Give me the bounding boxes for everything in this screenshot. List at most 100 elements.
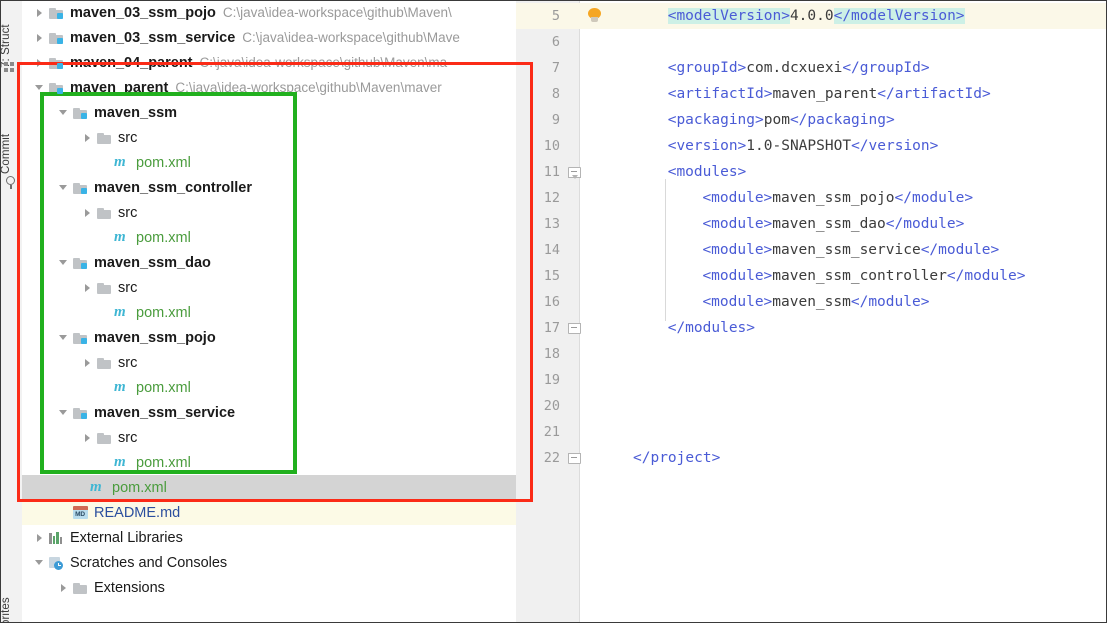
tree-row[interactable]: m pom.xml [22,475,516,500]
tree-expand-arrow[interactable] [33,6,46,19]
code-token: </module> [850,294,930,310]
tree-row[interactable]: maven_03_ssm_service C:\java\idea-workspa… [22,25,516,50]
tree-row[interactable]: External Libraries [22,525,516,550]
editor-pane[interactable]: 5 <modelVersion>4.0.0</modelVersion> 6 7 <gr… [516,0,1107,623]
tree-row[interactable]: Scratches and Consoles [22,550,516,575]
code-token: <packaging> [667,112,764,128]
code-line[interactable]: <module>maven_ssm_dao</module> [516,211,1107,237]
tool-window-button-favorites[interactable]: orites [0,566,22,623]
code-token: </modelVersion> [833,8,965,24]
tree-row[interactable]: m pom.xml [22,375,516,400]
code-token: maven_ssm_pojo [772,190,895,206]
tree-expand-arrow[interactable] [57,256,70,269]
tree-row[interactable]: maven_ssm [22,100,516,125]
code-line[interactable] [516,367,1107,393]
tree-row[interactable]: src [22,200,516,225]
maven-icon: m [114,379,126,395]
tool-window-button-structure[interactable]: 7: Struct [0,2,22,68]
tree-row-label: maven_ssm_controller [94,179,252,196]
code-line[interactable]: <modelVersion>4.0.0</modelVersion> [516,3,1107,29]
code-token: </artifactId> [877,86,991,102]
tree-row[interactable]: maven_ssm_pojo [22,325,516,350]
tree-expand-arrow[interactable] [81,206,94,219]
tree-expand-arrow[interactable] [33,531,46,544]
tree-expand-arrow[interactable] [81,281,94,294]
fold-region-bar [665,179,666,321]
code-fold-marker[interactable] [568,453,581,464]
code-token: <version> [667,138,747,154]
code-line[interactable]: <artifactId>maven_parent</artifactId> [516,81,1107,107]
code-line[interactable]: <module>maven_ssm_service</module> [516,237,1107,263]
tree-expand-arrow[interactable] [33,556,46,569]
tree-row-label: pom.xml [136,304,191,321]
code-token: </module> [946,268,1026,284]
tree-row[interactable]: README.md [22,500,516,525]
tree-row-label: src [118,129,138,146]
tree-row[interactable]: maven_03_ssm_pojo C:\java\idea-workspace\… [22,0,516,25]
tree-arrow-placeholder [99,306,112,319]
tree-expand-arrow[interactable] [33,81,46,94]
intention-bulb-icon[interactable] [588,8,601,23]
tool-window-button-commit[interactable]: Commit [0,104,22,174]
tree-row[interactable]: m pom.xml [22,225,516,250]
maven-icon: m [114,154,126,170]
tree-row[interactable]: src [22,275,516,300]
tree-row[interactable]: m pom.xml [22,450,516,475]
code-token: maven_ssm_dao [772,216,886,232]
code-line[interactable]: <packaging>pom</packaging> [516,107,1107,133]
code-line[interactable]: <module>maven_ssm</module> [516,289,1107,315]
code-line[interactable]: <modules> [516,159,1107,185]
tree-row-label: README.md [94,504,181,521]
code-fold-marker[interactable] [568,167,581,179]
code-token: </packaging> [789,112,895,128]
code-line[interactable] [516,29,1107,55]
code-line[interactable] [516,419,1107,445]
code-token: <module> [702,190,773,206]
code-fold-marker[interactable] [568,323,581,334]
project-tree-panel[interactable]: maven_03_ssm_pojo C:\java\idea-workspace\… [22,0,517,623]
tree-row[interactable]: maven_ssm_controller [22,175,516,200]
tree-arrow-placeholder [99,156,112,169]
tree-row[interactable]: m pom.xml [22,300,516,325]
tree-row[interactable]: Extensions [22,575,516,600]
tree-row[interactable]: src [22,425,516,450]
code-line[interactable]: <groupId>com.dcxuexi</groupId> [516,55,1107,81]
tree-row[interactable]: src [22,350,516,375]
tree-row[interactable]: maven_04_parent C:\java\idea-workspace\gi… [22,50,516,75]
tree-expand-arrow[interactable] [81,431,94,444]
code-line[interactable] [516,393,1107,419]
tree-expand-arrow[interactable] [57,106,70,119]
tree-row-label: pom.xml [136,379,191,396]
tree-row-path: C:\java\idea-workspace\github\Maven\mave… [175,80,442,95]
tree-expand-arrow[interactable] [57,181,70,194]
code-line[interactable]: </modules> [516,315,1107,341]
code-token: com.dcxuexi [746,60,843,76]
tree-row[interactable]: m pom.xml [22,150,516,175]
code-token: <modules> [667,164,747,180]
tree-expand-arrow[interactable] [81,131,94,144]
code-token: </module> [920,242,1000,258]
tree-row[interactable]: maven_ssm_service [22,400,516,425]
tree-row-label: pom.xml [136,154,191,171]
maven-icon: m [90,479,102,495]
tree-row[interactable]: maven_parent C:\java\idea-workspace\githu… [22,75,516,100]
code-token: 1.0-SNAPSHOT [746,138,852,154]
tree-row-label: External Libraries [70,529,183,546]
tree-expand-arrow[interactable] [33,56,46,69]
tree-expand-arrow[interactable] [33,31,46,44]
tree-row-label: maven_ssm [94,104,178,121]
code-token: maven_ssm [772,294,851,310]
code-line[interactable]: </project> [516,445,1107,471]
code-line[interactable]: <version>1.0-SNAPSHOT</version> [516,133,1107,159]
tree-expand-arrow[interactable] [57,406,70,419]
tree-expand-arrow[interactable] [57,331,70,344]
code-token: 4.0.0 [789,8,834,24]
tree-row-label: Scratches and Consoles [70,554,228,571]
code-line[interactable]: <module>maven_ssm_controller</module> [516,263,1107,289]
tree-expand-arrow[interactable] [81,356,94,369]
code-line[interactable]: <module>maven_ssm_pojo</module> [516,185,1107,211]
code-line[interactable] [516,341,1107,367]
tree-row[interactable]: src [22,125,516,150]
tree-expand-arrow[interactable] [57,581,70,594]
tree-row[interactable]: maven_ssm_dao [22,250,516,275]
